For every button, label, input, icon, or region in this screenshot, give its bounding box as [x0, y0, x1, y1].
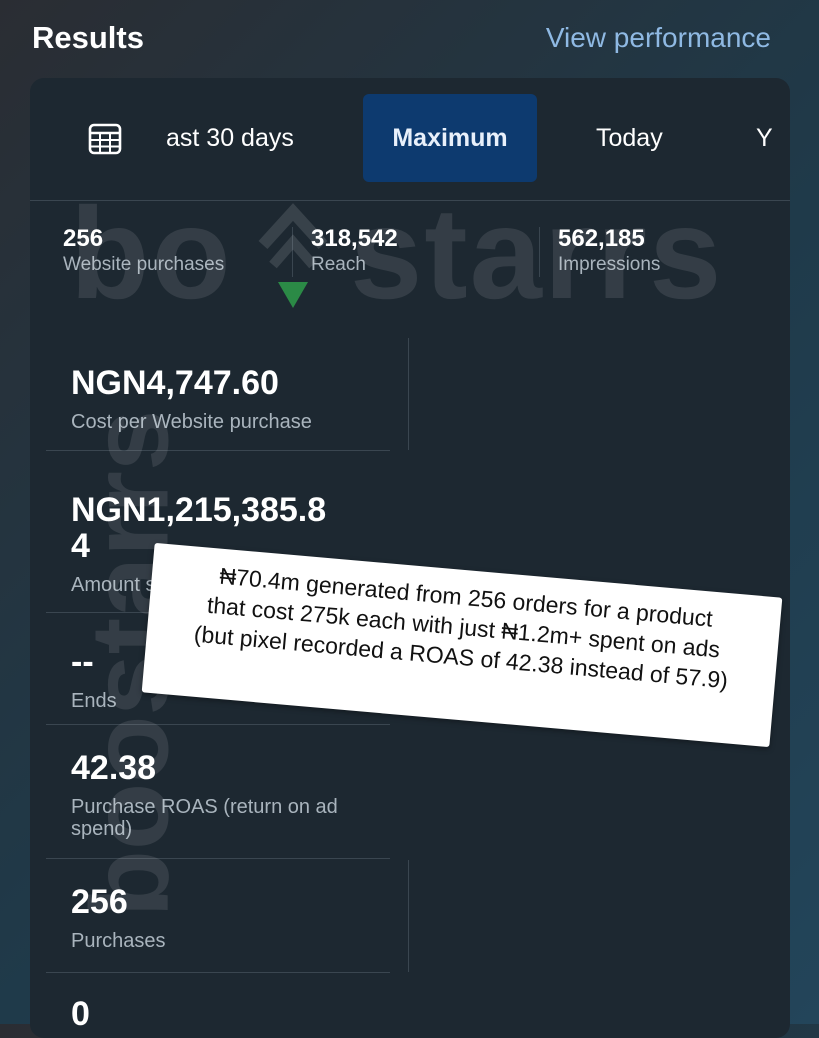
tab-yesterday[interactable]: Y: [756, 94, 776, 182]
divider: [408, 338, 409, 450]
stat-label: Impressions: [558, 254, 661, 275]
tab-maximum[interactable]: Maximum: [363, 94, 537, 182]
results-card: ast 30 days Maximum Today Y 256 Website …: [30, 78, 790, 1038]
results-header: Results View performance: [0, 0, 819, 78]
date-range-tabs: ast 30 days Maximum Today Y: [30, 78, 790, 201]
metric-purchase-roas: 42.38 Purchase ROAS (return on ad spend): [71, 750, 338, 840]
metric-cost-per-purchase: NGN4,747.60 Cost per Website purchase: [71, 365, 312, 433]
divider: [539, 227, 540, 277]
stat-reach: 318,542 Reach: [311, 225, 398, 276]
metric-value: --: [71, 643, 94, 681]
stat-value: 318,542: [311, 225, 398, 252]
stat-label: Reach: [311, 254, 366, 275]
stat-value: 562,185: [558, 225, 645, 252]
metric-value: NGN1,215,385.8: [71, 491, 327, 529]
divider: [46, 858, 390, 859]
metric-value: 42.38: [71, 749, 157, 787]
metric-purchases: 256 Purchases: [71, 884, 166, 952]
metric-label: Purchases: [71, 930, 166, 952]
divider: [46, 450, 390, 451]
metric-label-line2: spend): [71, 818, 133, 840]
metric-value: 0: [71, 995, 90, 1033]
metric-label: Cost per Website purchase: [71, 411, 312, 433]
summary-stats: 256 Website purchases 318,542 Reach 562,…: [30, 213, 790, 283]
metric-label: Ends: [71, 690, 117, 712]
page-title: Results: [32, 20, 144, 55]
divider: [46, 972, 390, 973]
metric-next: 0: [71, 996, 90, 1032]
tab-last-30-days[interactable]: ast 30 days: [166, 94, 294, 182]
calendar-icon[interactable]: [88, 122, 122, 156]
metric-value: 256: [71, 883, 128, 921]
metric-ends: -- Ends: [71, 644, 117, 712]
view-performance-link[interactable]: View performance: [546, 22, 771, 54]
stat-label: Website purchases: [63, 254, 225, 275]
divider: [46, 724, 390, 725]
metric-value: NGN4,747.60: [71, 364, 279, 402]
divider: [408, 860, 409, 972]
metric-label: Purchase ROAS (return on ad: [71, 796, 338, 818]
stat-website-purchases: 256 Website purchases: [63, 225, 224, 276]
stat-impressions: 562,185 Impressions: [558, 225, 660, 276]
divider: [292, 227, 293, 277]
stat-value: 256: [63, 225, 104, 252]
tab-today[interactable]: Today: [596, 94, 663, 182]
